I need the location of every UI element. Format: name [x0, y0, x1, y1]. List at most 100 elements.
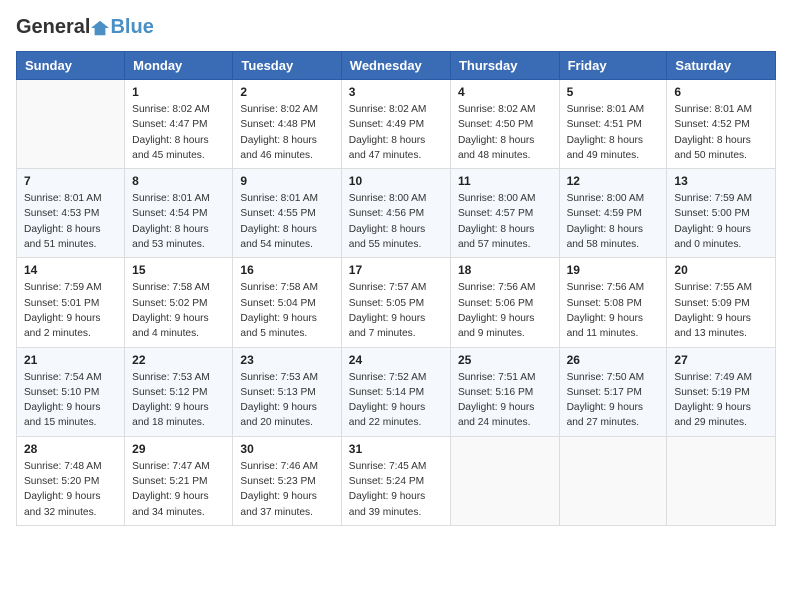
day-number: 24 [349, 353, 443, 367]
calendar-cell: 3Sunrise: 8:02 AMSunset: 4:49 PMDaylight… [341, 80, 450, 169]
column-header-wednesday: Wednesday [341, 52, 450, 80]
calendar-cell [559, 436, 667, 525]
day-info: Sunrise: 7:51 AMSunset: 5:16 PMDaylight:… [458, 370, 552, 431]
calendar-week-row: 21 Sunrise: 7:54 AMSunset: 5:10 PMDayligh… [17, 347, 776, 436]
calendar-cell: 13 Sunrise: 7:59 AMSunset: 5:00 PMDayligh… [667, 169, 776, 258]
day-info: Sunrise: 7:52 AMSunset: 5:14 PMDaylight:… [349, 370, 443, 431]
calendar-cell: 14Sunrise: 7:59 AMSunset: 5:01 PMDayligh… [17, 258, 125, 347]
day-info: Sunrise: 7:47 AMSunset: 5:21 PMDaylight:… [132, 459, 225, 520]
calendar-cell: 7Sunrise: 8:01 AMSunset: 4:53 PMDaylight… [17, 169, 125, 258]
calendar-week-row: 7Sunrise: 8:01 AMSunset: 4:53 PMDaylight… [17, 169, 776, 258]
calendar-cell: 18 Sunrise: 7:56 AMSunset: 5:06 PMDayligh… [450, 258, 559, 347]
day-info: Sunrise: 7:49 AMSunset: 5:19 PMDaylight:… [674, 370, 768, 431]
day-number: 19 [567, 263, 660, 277]
calendar-cell [667, 436, 776, 525]
column-header-friday: Friday [559, 52, 667, 80]
day-number: 5 [567, 85, 660, 99]
column-header-monday: Monday [125, 52, 233, 80]
day-number: 3 [349, 85, 443, 99]
day-number: 2 [240, 85, 333, 99]
day-info: Sunrise: 7:55 AMSunset: 5:09 PMDaylight:… [674, 280, 768, 341]
column-header-sunday: Sunday [17, 52, 125, 80]
calendar-cell: 26 Sunrise: 7:50 AMSunset: 5:17 PMDayligh… [559, 347, 667, 436]
day-number: 13 [674, 174, 768, 188]
day-number: 31 [349, 442, 443, 456]
calendar-cell: 19 Sunrise: 7:56 AMSunset: 5:08 PMDayligh… [559, 258, 667, 347]
day-number: 23 [240, 353, 333, 367]
day-number: 21 [24, 353, 117, 367]
calendar-header-row: SundayMondayTuesdayWednesdayThursdayFrid… [17, 52, 776, 80]
day-number: 25 [458, 353, 552, 367]
calendar-cell [450, 436, 559, 525]
calendar-cell [17, 80, 125, 169]
day-info: Sunrise: 8:00 AMSunset: 4:57 PMDaylight:… [458, 191, 552, 252]
day-number: 12 [567, 174, 660, 188]
day-info: Sunrise: 7:58 AMSunset: 5:04 PMDaylight:… [240, 280, 333, 341]
day-info: Sunrise: 7:48 AMSunset: 5:20 PMDaylight:… [24, 459, 117, 520]
calendar-cell: 28 Sunrise: 7:48 AMSunset: 5:20 PMDayligh… [17, 436, 125, 525]
day-info: Sunrise: 7:50 AMSunset: 5:17 PMDaylight:… [567, 370, 660, 431]
calendar-cell: 8 Sunrise: 8:01 AMSunset: 4:54 PMDaylight… [125, 169, 233, 258]
calendar-cell: 9 Sunrise: 8:01 AMSunset: 4:55 PMDaylight… [233, 169, 341, 258]
day-info: Sunrise: 8:02 AMSunset: 4:50 PMDaylight:… [458, 102, 552, 163]
day-number: 28 [24, 442, 117, 456]
day-number: 11 [458, 174, 552, 188]
day-info: Sunrise: 8:01 AMSunset: 4:52 PMDaylight:… [674, 102, 768, 163]
day-info: Sunrise: 8:02 AMSunset: 4:48 PMDaylight:… [240, 102, 333, 163]
day-info: Sunrise: 8:01 AMSunset: 4:54 PMDaylight:… [132, 191, 225, 252]
calendar-cell: 30 Sunrise: 7:46 AMSunset: 5:23 PMDayligh… [233, 436, 341, 525]
calendar-cell: 20Sunrise: 7:55 AMSunset: 5:09 PMDayligh… [667, 258, 776, 347]
day-number: 18 [458, 263, 552, 277]
day-info: Sunrise: 7:53 AMSunset: 5:12 PMDaylight:… [132, 370, 225, 431]
calendar-cell: 25 Sunrise: 7:51 AMSunset: 5:16 PMDayligh… [450, 347, 559, 436]
calendar-cell: 16Sunrise: 7:58 AMSunset: 5:04 PMDayligh… [233, 258, 341, 347]
calendar-cell: 5Sunrise: 8:01 AMSunset: 4:51 PMDaylight… [559, 80, 667, 169]
logo-general-text: General [16, 16, 90, 39]
calendar-week-row: 28 Sunrise: 7:48 AMSunset: 5:20 PMDayligh… [17, 436, 776, 525]
day-number: 29 [132, 442, 225, 456]
logo: General Blue [16, 16, 154, 39]
logo-blue-text: Blue [110, 16, 153, 39]
day-info: Sunrise: 7:57 AMSunset: 5:05 PMDaylight:… [349, 280, 443, 341]
day-number: 10 [349, 174, 443, 188]
day-number: 8 [132, 174, 225, 188]
day-info: Sunrise: 7:58 AMSunset: 5:02 PMDaylight:… [132, 280, 225, 341]
calendar-week-row: 14Sunrise: 7:59 AMSunset: 5:01 PMDayligh… [17, 258, 776, 347]
day-info: Sunrise: 7:59 AMSunset: 5:00 PMDaylight:… [674, 191, 768, 252]
calendar-cell: 6 Sunrise: 8:01 AMSunset: 4:52 PMDaylight… [667, 80, 776, 169]
page-header: General Blue [16, 16, 776, 39]
column-header-tuesday: Tuesday [233, 52, 341, 80]
day-number: 9 [240, 174, 333, 188]
calendar-cell: 17 Sunrise: 7:57 AMSunset: 5:05 PMDayligh… [341, 258, 450, 347]
day-info: Sunrise: 8:00 AMSunset: 4:56 PMDaylight:… [349, 191, 443, 252]
day-info: Sunrise: 7:53 AMSunset: 5:13 PMDaylight:… [240, 370, 333, 431]
day-info: Sunrise: 7:54 AMSunset: 5:10 PMDaylight:… [24, 370, 117, 431]
calendar-cell: 12 Sunrise: 8:00 AMSunset: 4:59 PMDayligh… [559, 169, 667, 258]
day-info: Sunrise: 7:45 AMSunset: 5:24 PMDaylight:… [349, 459, 443, 520]
calendar-cell: 4 Sunrise: 8:02 AMSunset: 4:50 PMDaylight… [450, 80, 559, 169]
day-info: Sunrise: 8:01 AMSunset: 4:55 PMDaylight:… [240, 191, 333, 252]
day-info: Sunrise: 7:56 AMSunset: 5:06 PMDaylight:… [458, 280, 552, 341]
calendar-cell: 21 Sunrise: 7:54 AMSunset: 5:10 PMDayligh… [17, 347, 125, 436]
calendar-cell: 2 Sunrise: 8:02 AMSunset: 4:48 PMDaylight… [233, 80, 341, 169]
day-number: 14 [24, 263, 117, 277]
day-number: 15 [132, 263, 225, 277]
day-info: Sunrise: 7:56 AMSunset: 5:08 PMDaylight:… [567, 280, 660, 341]
day-number: 26 [567, 353, 660, 367]
day-number: 1 [132, 85, 225, 99]
calendar-cell: 22Sunrise: 7:53 AMSunset: 5:12 PMDayligh… [125, 347, 233, 436]
day-number: 30 [240, 442, 333, 456]
day-info: Sunrise: 8:02 AMSunset: 4:47 PMDaylight:… [132, 102, 225, 163]
day-info: Sunrise: 8:01 AMSunset: 4:53 PMDaylight:… [24, 191, 117, 252]
day-info: Sunrise: 7:46 AMSunset: 5:23 PMDaylight:… [240, 459, 333, 520]
calendar-table: SundayMondayTuesdayWednesdayThursdayFrid… [16, 51, 776, 526]
column-header-thursday: Thursday [450, 52, 559, 80]
day-info: Sunrise: 8:00 AMSunset: 4:59 PMDaylight:… [567, 191, 660, 252]
day-number: 4 [458, 85, 552, 99]
day-number: 17 [349, 263, 443, 277]
calendar-cell: 24 Sunrise: 7:52 AMSunset: 5:14 PMDayligh… [341, 347, 450, 436]
calendar-cell: 11 Sunrise: 8:00 AMSunset: 4:57 PMDayligh… [450, 169, 559, 258]
calendar-week-row: 1 Sunrise: 8:02 AMSunset: 4:47 PMDaylight… [17, 80, 776, 169]
column-header-saturday: Saturday [667, 52, 776, 80]
day-number: 6 [674, 85, 768, 99]
